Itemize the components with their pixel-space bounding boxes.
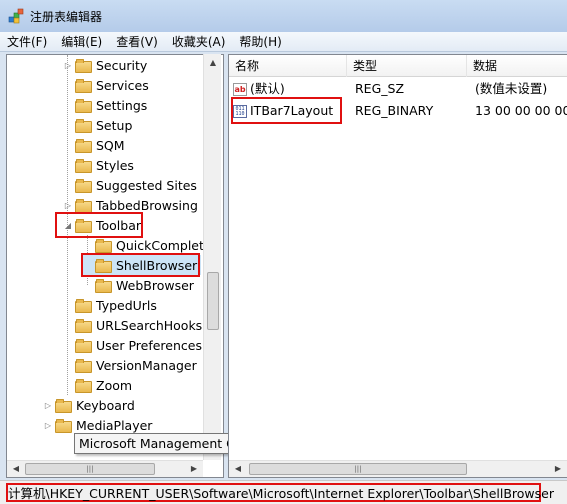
folder-icon <box>75 359 92 373</box>
tree-item-label: WebBrowser <box>116 277 194 293</box>
tree-item-label: VersionManager <box>96 357 197 373</box>
folder-icon <box>75 99 92 113</box>
folder-icon <box>75 159 92 173</box>
scroll-right-arrow-icon[interactable]: ▶ <box>551 462 565 476</box>
scroll-left-arrow-icon[interactable]: ◀ <box>9 462 23 476</box>
list-header: 名称 类型 数据 <box>229 55 567 77</box>
tree-item-label: SQM <box>96 137 125 153</box>
key-tree[interactable]: ▷ Security Services Settings Setup SQM S… <box>6 54 224 478</box>
status-bar: 计算机\HKEY_CURRENT_USER\Software\Microsoft… <box>0 480 567 504</box>
tree-item-user-preferences[interactable]: User Preferences <box>63 335 202 355</box>
tree-item-zoom[interactable]: Zoom <box>63 375 132 395</box>
tree-item-keyboard[interactable]: ▷ Keyboard <box>43 395 135 415</box>
scroll-left-arrow-icon[interactable]: ◀ <box>231 462 245 476</box>
value-type: REG_BINARY <box>355 103 434 118</box>
tree-horizontal-scrollbar[interactable]: ◀ ||| ▶ <box>7 460 203 477</box>
tree-vertical-scrollbar[interactable]: ▲ ▼ <box>203 54 221 460</box>
folder-icon <box>95 279 112 293</box>
regedit-icon <box>8 8 24 24</box>
column-header-type[interactable]: 类型 <box>347 55 467 77</box>
menu-file[interactable]: 文件(F) <box>0 33 54 50</box>
folder-icon <box>75 379 92 393</box>
tree-item-security[interactable]: ▷ Security <box>63 55 147 75</box>
tree-item-typedurls[interactable]: TypedUrls <box>63 295 157 315</box>
tree-item-label: Zoom <box>96 377 133 393</box>
folder-icon <box>55 399 72 413</box>
tree-item-label: Suggested Sites <box>96 177 197 193</box>
column-header-data[interactable]: 数据 <box>467 55 567 77</box>
tree-item-label: Setup <box>96 117 133 133</box>
tree-item-label: User Preferences <box>96 337 202 353</box>
tree-item-sqm[interactable]: SQM <box>63 135 125 155</box>
menu-bar: 文件(F) 编辑(E) 查看(V) 收藏夹(A) 帮助(H) <box>0 32 567 52</box>
tree-item-services[interactable]: Services <box>63 75 149 95</box>
tree-item-suggested-sites[interactable]: Suggested Sites <box>63 175 197 195</box>
key-path: 计算机\HKEY_CURRENT_USER\Software\Microsoft… <box>6 483 554 502</box>
tree-item-label: Security <box>96 57 148 73</box>
folder-icon <box>75 299 92 313</box>
folder-icon <box>75 179 92 193</box>
tree-item-settings[interactable]: Settings <box>63 95 147 115</box>
tree-item-mediaplayer[interactable]: ▷ MediaPlayer <box>43 415 152 435</box>
folder-icon <box>75 59 92 73</box>
menu-help[interactable]: 帮助(H) <box>232 33 288 50</box>
folder-icon <box>75 199 92 213</box>
tree-item-label: Services <box>96 77 149 93</box>
value-type: REG_SZ <box>355 81 405 96</box>
tree-item-label: TabbedBrowsing <box>96 197 198 213</box>
scroll-right-arrow-icon[interactable]: ▶ <box>187 462 201 476</box>
value-data: (数值未设置) <box>475 81 548 96</box>
scroll-up-arrow-icon[interactable]: ▲ <box>206 56 220 70</box>
expand-arrow-icon[interactable]: ▷ <box>43 401 53 410</box>
tree-item-styles[interactable]: Styles <box>63 155 134 175</box>
tree-item-label: Settings <box>96 97 148 113</box>
expand-arrow-icon[interactable]: ▷ <box>63 201 73 210</box>
tree-item-label: URLSearchHooks <box>96 317 203 333</box>
folder-icon <box>75 339 92 353</box>
tree-item-label: QuickComplete <box>116 237 212 253</box>
string-value-icon: ab <box>233 83 247 96</box>
list-horizontal-scrollbar[interactable]: ◀ ||| ▶ <box>229 460 567 477</box>
title-bar: 注册表编辑器 <box>0 0 567 32</box>
menu-view[interactable]: 查看(V) <box>109 33 165 50</box>
value-data: 13 00 00 00 00 0 <box>475 103 567 118</box>
scroll-thumb[interactable]: ||| <box>25 463 155 475</box>
expand-arrow-icon[interactable]: ▷ <box>63 61 73 70</box>
folder-icon <box>55 419 72 433</box>
folder-icon <box>75 319 92 333</box>
column-header-name[interactable]: 名称 <box>229 55 347 77</box>
value-name: (默认) <box>250 81 285 96</box>
tree-item-label: Keyboard <box>76 397 135 413</box>
expand-arrow-icon[interactable]: ▷ <box>43 421 53 430</box>
menu-edit[interactable]: 编辑(E) <box>54 33 109 50</box>
scroll-thumb[interactable]: ||| <box>249 463 467 475</box>
tree-item-setup[interactable]: Setup <box>63 115 132 135</box>
menu-favorites[interactable]: 收藏夹(A) <box>165 33 233 50</box>
scroll-thumb[interactable] <box>207 272 219 330</box>
value-list[interactable]: 名称 类型 数据 ab (默认) REG_SZ (数值未设置) 011 110 ITB… <box>228 54 567 478</box>
tree-item-label: Styles <box>96 157 134 173</box>
tree-item-versionmanager[interactable]: VersionManager <box>63 355 197 375</box>
folder-icon <box>75 119 92 133</box>
tree-item-label: MediaPlayer <box>76 417 153 433</box>
itbar7layout-highlight-box <box>231 97 342 124</box>
tree-item-quickcomplete[interactable]: QuickComplete <box>83 235 212 255</box>
window-title: 注册表编辑器 <box>30 9 103 24</box>
shellbrowser-highlight-box <box>81 253 200 277</box>
folder-icon <box>95 239 112 253</box>
folder-icon <box>75 139 92 153</box>
tree-item-webbrowser[interactable]: WebBrowser <box>83 275 194 295</box>
tree-item-label: TypedUrls <box>96 297 157 313</box>
tree-item-urlsearchhooks[interactable]: URLSearchHooks <box>63 315 202 335</box>
folder-icon <box>75 79 92 93</box>
